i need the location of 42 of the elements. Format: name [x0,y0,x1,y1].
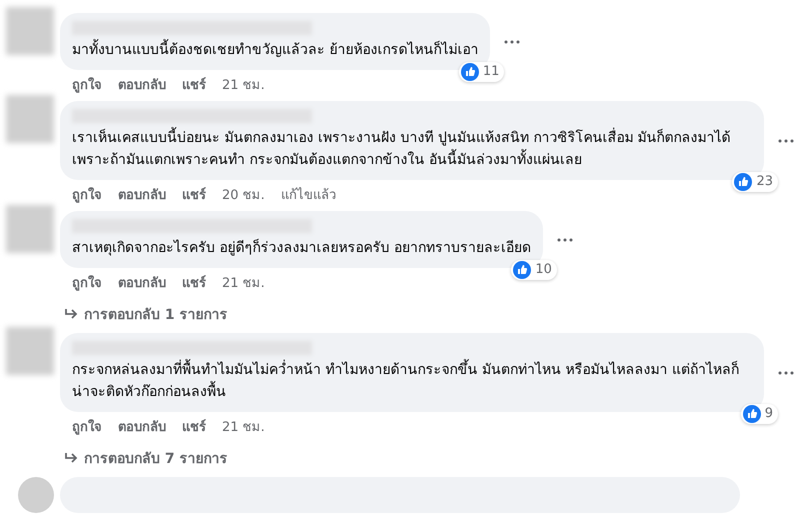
more-options-icon[interactable] [556,238,573,242]
action-link[interactable]: ตอบกลับ [118,419,166,437]
thumbs-up-icon [460,63,479,81]
timestamp[interactable]: 21 ชม. [222,419,265,437]
action-link[interactable]: แชร์ [182,419,206,437]
view-replies-link[interactable]: การตอบกลับ 1 รายการ [60,293,573,327]
more-options-icon[interactable] [778,138,794,142]
thumbs-up-icon [513,261,532,279]
action-link[interactable]: ถูกใจ [72,187,102,205]
action-link[interactable]: ถูกใจ [72,419,102,437]
view-replies-link[interactable]: การตอบกลับ 7 รายการ [60,437,794,471]
avatar-placeholder [6,205,54,253]
reaction-count[interactable]: 11 [458,62,504,82]
timestamp[interactable]: 20 ชม. [222,187,265,205]
action-link[interactable]: ตอบกลับ [118,77,166,95]
reaction-count[interactable]: 23 [732,172,778,192]
timestamp[interactable]: 21 ชม. [222,275,265,293]
thumbs-up-icon [734,173,752,191]
action-link[interactable]: แชร์ [182,77,206,95]
comment-text: มาทั้งบานแบบนี้ต้องชดเชยทำขวัญแล้วละ ย้ายห้องเกรดไหนก็ไม่เอา [72,39,478,61]
reaction-count[interactable]: 9 [740,404,778,424]
edited-label: แก้ไขแล้ว [280,187,336,205]
reply-arrow-icon [64,452,78,464]
comment-text: กระจกหล่นลงมาที่พื้นทำไมมันไม่คว่ำหน้า ทำไมหงายด้านกระจกขึ้น มันตกท่าไหน หรือมันไหลลงมา แต่ถ้าไหลก็น่าจะติดหัวก๊อกก่อนลงพื้น [72,359,752,403]
comment-text: สาเหตุเกิดจากอะไรครับ อยู่ดีๆก็ร่วงลงมาเลยหรอครับ อยากทราบรายละเอียด [72,238,531,258]
action-link[interactable]: ถูกใจ [72,275,102,293]
timestamp[interactable]: 21 ชม. [222,77,265,95]
action-link[interactable]: ตอบกลับ [118,275,166,293]
action-link[interactable]: ตอบกลับ [118,187,166,205]
more-options-icon[interactable] [504,40,520,44]
reply-arrow-icon [64,308,78,320]
action-link[interactable]: แชร์ [182,187,206,205]
avatar-placeholder [18,477,54,513]
more-options-icon[interactable] [778,370,794,374]
avatar-placeholder [6,327,54,375]
action-link[interactable]: แชร์ [182,275,206,293]
action-link[interactable]: ถูกใจ [72,77,102,95]
thumbs-up-icon [742,405,761,423]
comment-text: เราเห็นเคสแบบนี้บ่อยนะ มันตกลงมาเอง เพราะงานฝัง บางที ปูนมันแห้งสนิท กาวซิริโคนเสื่อม มันก็ตกลงมาได้ เพราะถ้ามันแตกเพราะคนทำ กระจกมันต้องแตกจากข้างใน อันนี้มันล่วงมาทั้งแผ่นเลย [72,127,752,171]
avatar-placeholder [6,7,54,55]
reaction-count[interactable]: 10 [511,260,557,280]
avatar-placeholder [6,95,54,143]
